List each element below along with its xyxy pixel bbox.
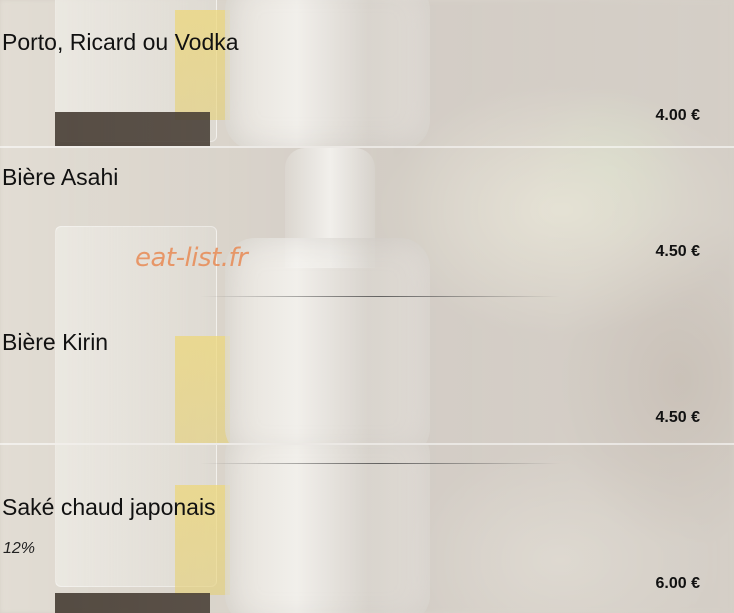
item-name: Saké chaud japonais [2,494,216,520]
watermark: eat-list.fr [135,243,248,273]
item-price: 4.00 € [655,107,700,124]
item-price: 4.50 € [655,409,700,426]
item-divider [200,463,560,464]
item-subtitle: 12% [3,540,36,557]
menu-item-panel [0,445,734,613]
item-name: Bière Kirin [2,329,109,355]
item-name: Porto, Ricard ou Vodka [2,29,239,55]
item-price: 6.00 € [655,575,700,592]
item-name: Bière Asahi [2,164,119,190]
item-divider [200,296,560,297]
menu-item-panel [0,0,734,146]
item-price: 4.50 € [655,243,700,260]
